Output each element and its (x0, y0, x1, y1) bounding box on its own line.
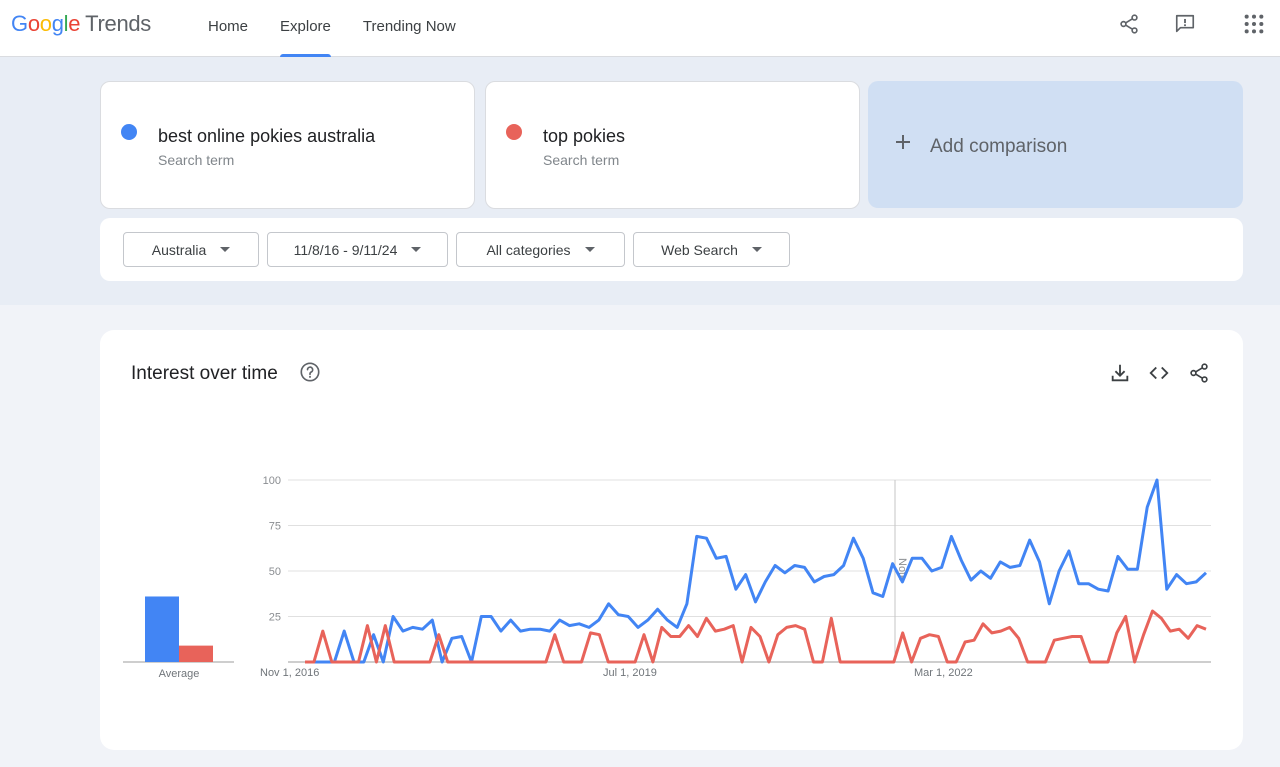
dropdown-arrow-icon (220, 247, 231, 252)
feedback-icon[interactable] (1174, 13, 1196, 35)
region-value: Australia (151, 241, 207, 258)
term-1-color-dot (121, 124, 137, 140)
nav-explore[interactable]: Explore (268, 0, 343, 57)
category-dropdown[interactable]: All categories (456, 232, 625, 267)
term-2-color-dot (506, 124, 522, 140)
category-value: All categories (486, 241, 571, 258)
nav-home[interactable]: Home (196, 0, 260, 57)
search-type-value: Web Search (661, 241, 738, 258)
google-trends-logo[interactable]: Google Trends (11, 11, 151, 37)
term-1-sublabel: Search term (158, 152, 235, 168)
search-term-card-2[interactable]: top pokies Search term (485, 81, 860, 209)
filter-bar: Australia 11/8/16 - 9/11/24 All categori… (100, 218, 1243, 281)
logo-trends-text: Trends (85, 11, 152, 36)
x-tick-label: Mar 1, 2022 (914, 667, 973, 679)
logo-google-text: Google (11, 11, 81, 36)
y-tick-label: 100 (263, 475, 281, 487)
y-tick-label: 25 (269, 612, 281, 624)
dropdown-arrow-icon (751, 247, 762, 252)
date-range-value: 11/8/16 - 9/11/24 (293, 241, 398, 258)
top-header: Google Trends Home Explore Trending Now (0, 0, 1280, 57)
term-2-sublabel: Search term (543, 152, 620, 168)
x-tick-label: Nov 1, 2016 (260, 667, 319, 679)
date-range-dropdown[interactable]: 11/8/16 - 9/11/24 (267, 232, 448, 267)
average-bar-top-pokies (179, 645, 213, 662)
search-type-dropdown[interactable]: Web Search (633, 232, 790, 267)
dropdown-arrow-icon (411, 247, 422, 252)
plus-icon (896, 135, 910, 149)
average-bar-best-online-pokies-australia (145, 596, 179, 662)
y-tick-label: 50 (269, 566, 281, 578)
search-term-card-1[interactable]: best online pokies australia Search term (100, 81, 475, 209)
nav-trending-now[interactable]: Trending Now (351, 0, 468, 57)
term-1-label: best online pokies australia (158, 126, 376, 146)
region-dropdown[interactable]: Australia (123, 232, 259, 267)
add-comparison-label: Add comparison (930, 136, 1068, 157)
y-tick-label: 75 (269, 521, 281, 533)
share-icon[interactable] (1118, 13, 1140, 35)
x-tick-label: Jul 1, 2019 (603, 667, 657, 679)
interest-over-time-chart[interactable]: 100755025NoteNov 1, 2016 Jul 1, 2019 Mar 1… (100, 330, 1243, 750)
apps-grid-icon[interactable] (1243, 13, 1265, 35)
interest-over-time-card: Interest over time 100 75 50 25 Note Nov 1, 2… (100, 330, 1243, 750)
term-2-label: top pokies (543, 126, 626, 146)
average-label: Average (159, 668, 200, 680)
add-comparison-button[interactable]: Add comparison (868, 81, 1243, 208)
dropdown-arrow-icon (584, 247, 595, 252)
main-nav: Home Explore Trending Now (196, 0, 476, 57)
